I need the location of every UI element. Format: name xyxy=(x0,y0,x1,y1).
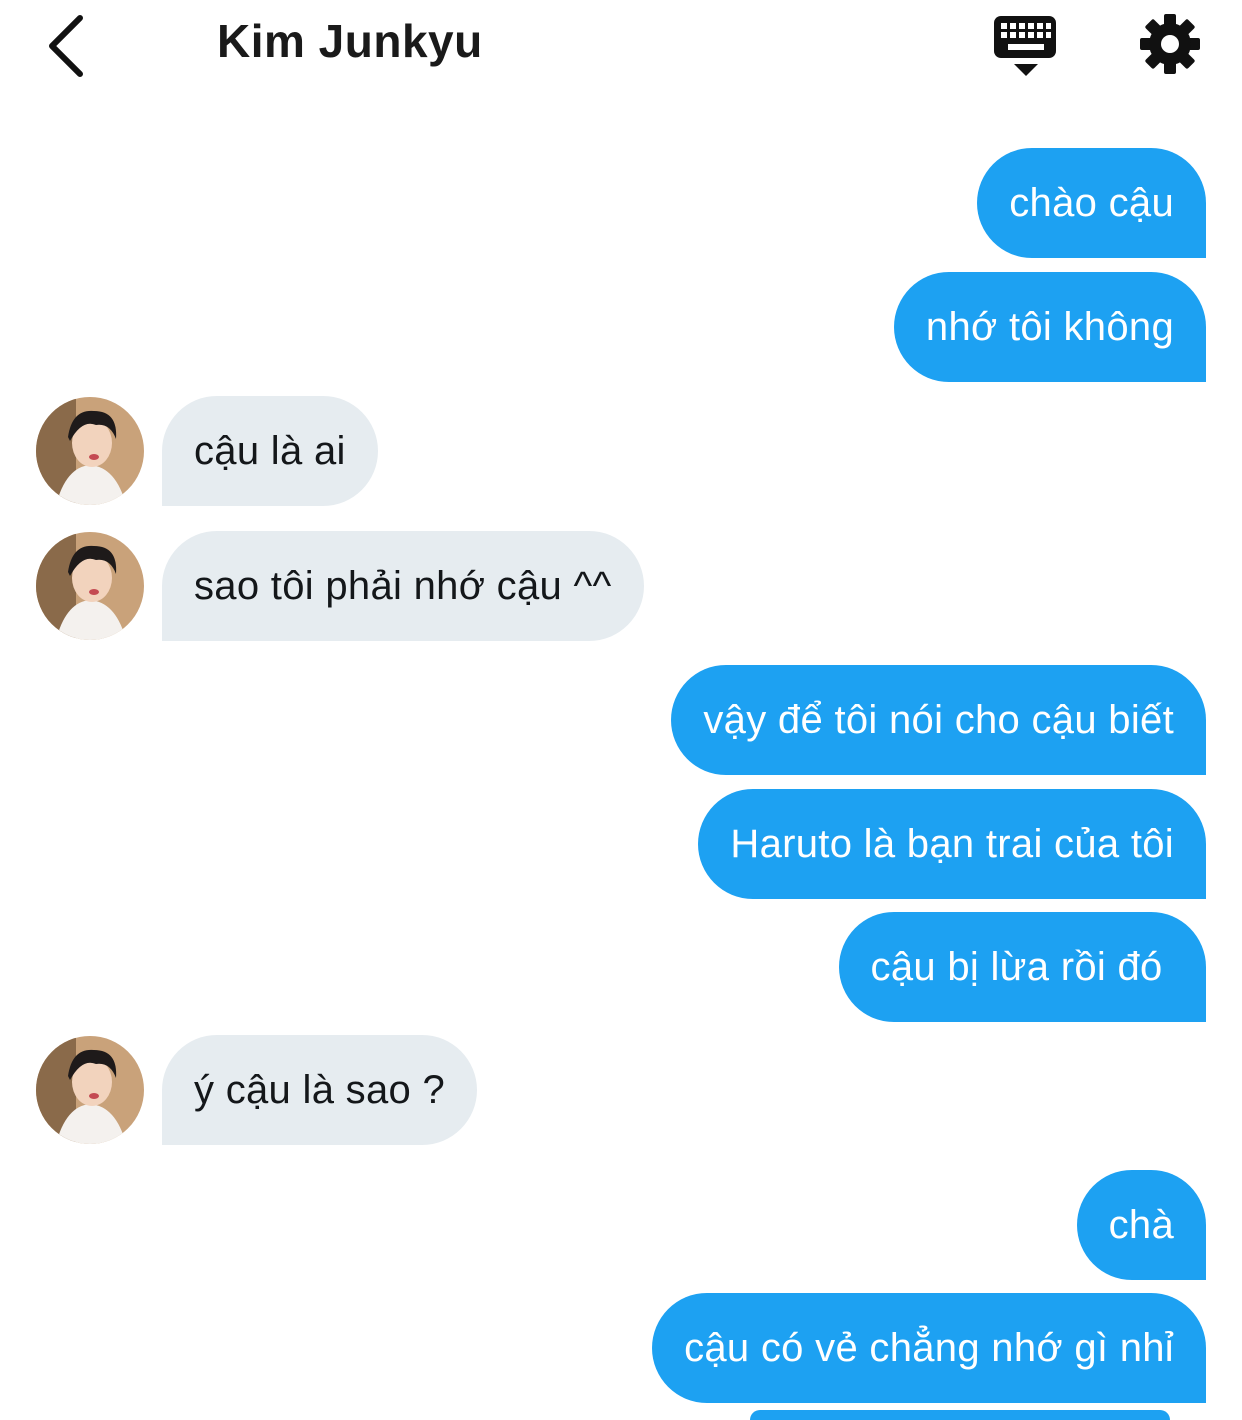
outgoing-message[interactable]: chà xyxy=(1076,1170,1206,1280)
chat-title: Kim Junkyu xyxy=(217,15,483,67)
avatar[interactable] xyxy=(36,532,144,640)
keyboard-toggle-button[interactable] xyxy=(992,14,1060,78)
next-message-edge xyxy=(750,1410,1170,1420)
outgoing-message[interactable]: vậy để tôi nói cho cậu biết xyxy=(671,665,1206,775)
message-text: cậu có vẻ chẳng nhớ gì nhỉ xyxy=(684,1325,1174,1370)
settings-button[interactable] xyxy=(1138,12,1202,76)
incoming-message[interactable]: cậu là ai xyxy=(162,396,378,506)
outgoing-message[interactable]: cậu bị lừa rồi đó xyxy=(838,912,1206,1022)
message-text: vậy để tôi nói cho cậu biết xyxy=(703,697,1174,742)
back-button[interactable] xyxy=(38,10,98,80)
message-text: cậu bị lừa rồi đó xyxy=(870,944,1174,989)
avatar[interactable] xyxy=(36,397,144,505)
message-text: chà xyxy=(1108,1202,1174,1247)
message-text: nhớ tôi không xyxy=(925,304,1174,349)
incoming-message[interactable]: ý cậu là sao ? xyxy=(162,1035,478,1145)
incoming-message[interactable]: sao tôi phải nhớ cậu ^^ xyxy=(162,531,644,641)
gear-icon xyxy=(1140,14,1200,74)
message-text: Haruto là bạn trai của tôi xyxy=(730,821,1174,866)
message-text: cậu là ai xyxy=(194,428,346,473)
outgoing-message[interactable]: Haruto là bạn trai của tôi xyxy=(698,789,1206,899)
keyboard-hide-icon xyxy=(994,16,1056,76)
avatar[interactable] xyxy=(36,1036,144,1144)
chat-header: Kim Junkyu xyxy=(0,0,1242,100)
outgoing-message[interactable]: nhớ tôi không xyxy=(893,272,1206,382)
chevron-left-icon xyxy=(49,15,83,77)
outgoing-message[interactable]: chào cậu xyxy=(977,148,1206,258)
message-text: sao tôi phải nhớ cậu ^^ xyxy=(194,563,612,608)
message-text: chào cậu xyxy=(1009,180,1174,225)
outgoing-message[interactable]: cậu có vẻ chẳng nhớ gì nhỉ xyxy=(652,1293,1206,1403)
message-text: ý cậu là sao ? xyxy=(194,1067,446,1112)
